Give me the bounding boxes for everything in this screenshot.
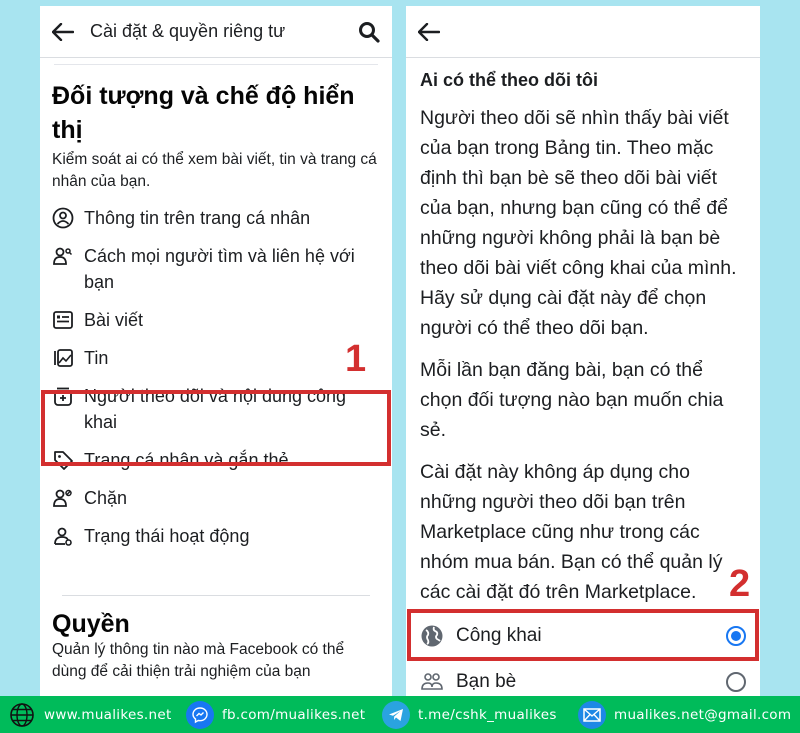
- arrow-left-icon: [418, 22, 440, 41]
- permissions-title: Quyền: [52, 610, 130, 638]
- option-label: Bạn bè: [456, 671, 517, 692]
- stories-icon: [52, 347, 74, 369]
- option-friends[interactable]: Bạn bè: [406, 659, 760, 696]
- info-paragraph: Cài đặt này không áp dụng cho những ngườ…: [420, 461, 723, 603]
- posts-icon: [52, 309, 74, 331]
- settings-menu: Thông tin trên trang cá nhân Cách mọi ng…: [52, 199, 380, 555]
- footer-telegram-text: t.me/cshk_mualikes: [418, 706, 557, 723]
- step-number-2: 2: [729, 563, 751, 605]
- footer-telegram[interactable]: t.me/cshk_mualikes: [382, 700, 578, 729]
- settings-panel: Cài đặt & quyền riêng tư Đối tượng và ch…: [40, 6, 392, 696]
- menu-item-label: Trạng thái hoạt động: [84, 526, 250, 546]
- menu-item-label: Bài viết: [84, 310, 144, 330]
- radio-friends[interactable]: [726, 672, 746, 692]
- footer-website-text: www.mualikes.net: [44, 706, 172, 723]
- globe-icon: [420, 624, 444, 648]
- divider: [62, 595, 370, 596]
- active-status-icon: [52, 525, 74, 547]
- step-number-1: 1: [345, 338, 367, 380]
- followers-settings-panel: Ai có thể theo dõi tôi Người theo dõi sẽ…: [406, 6, 760, 696]
- section-title: Đối tượng và chế độ hiển thị: [52, 82, 355, 144]
- menu-item-profile-info[interactable]: Thông tin trên trang cá nhân: [52, 199, 380, 237]
- block-user-icon: [52, 487, 74, 509]
- permissions-description: Quản lý thông tin nào mà Facebook có thể…: [52, 641, 345, 680]
- menu-item-find-contact[interactable]: Cách mọi người tìm và liên hệ với bạn: [52, 237, 380, 301]
- menu-item-profile-tagging[interactable]: Trang cá nhân và gắn thẻ: [52, 441, 380, 479]
- menu-item-label: Cách mọi người tìm và liên hệ với bạn: [84, 246, 355, 292]
- menu-item-label: Trang cá nhân và gắn thẻ: [84, 450, 289, 470]
- audience-options: Công khai Bạn bè: [406, 613, 760, 696]
- info-paragraph: Mỗi lần bạn đăng bài, bạn có thể chọn đố…: [420, 359, 724, 441]
- menu-item-label: Thông tin trên trang cá nhân: [84, 208, 311, 228]
- back-button[interactable]: [50, 19, 76, 45]
- footer-facebook[interactable]: fb.com/mualikes.net: [186, 700, 382, 729]
- who-can-follow-heading: Ai có thể theo dõi tôi: [420, 70, 598, 90]
- search-button[interactable]: [356, 19, 382, 45]
- mail-icon: [578, 700, 606, 729]
- telegram-icon: [382, 700, 410, 729]
- radio-public[interactable]: [726, 626, 746, 646]
- profile-icon: [52, 207, 74, 229]
- footer-email[interactable]: mualikes.net@gmail.com: [578, 700, 792, 729]
- tag-icon: [52, 449, 74, 471]
- option-public[interactable]: Công khai: [406, 613, 760, 659]
- menu-item-posts[interactable]: Bài viết: [52, 301, 380, 339]
- info-paragraph: Người theo dõi sẽ nhìn thấy bài viết của…: [420, 107, 737, 339]
- menu-item-label: Chặn: [84, 488, 128, 508]
- people-search-icon: [52, 245, 74, 267]
- top-bar: Cài đặt & quyền riêng tư: [40, 6, 392, 58]
- menu-item-blocking[interactable]: Chặn: [52, 479, 380, 517]
- messenger-icon: [186, 700, 214, 729]
- footer-email-text: mualikes.net@gmail.com: [614, 706, 792, 723]
- back-button[interactable]: [416, 19, 442, 45]
- footer-website[interactable]: www.mualikes.net: [8, 701, 186, 729]
- section-description: Kiểm soát ai có thể xem bài viết, tin và…: [52, 151, 377, 190]
- search-icon: [359, 21, 380, 43]
- menu-item-followers-public-content[interactable]: Người theo dõi và nội dung công khai: [52, 377, 380, 441]
- top-bar: [406, 6, 760, 58]
- arrow-left-icon: [52, 22, 74, 41]
- menu-item-label: Người theo dõi và nội dung công khai: [84, 386, 347, 432]
- menu-item-stories[interactable]: Tin: [52, 339, 380, 377]
- contact-footer: www.mualikes.net fb.com/mualikes.net t.m…: [0, 696, 800, 733]
- option-label: Công khai: [456, 625, 542, 646]
- page-title: Cài đặt & quyền riêng tư: [90, 21, 286, 41]
- divider: [54, 64, 378, 65]
- followers-icon: [52, 385, 74, 407]
- globe-icon: [8, 701, 36, 729]
- menu-item-active-status[interactable]: Trạng thái hoạt động: [52, 517, 380, 555]
- friends-icon: [420, 670, 444, 694]
- footer-facebook-text: fb.com/mualikes.net: [222, 706, 366, 723]
- menu-item-label: Tin: [84, 348, 109, 368]
